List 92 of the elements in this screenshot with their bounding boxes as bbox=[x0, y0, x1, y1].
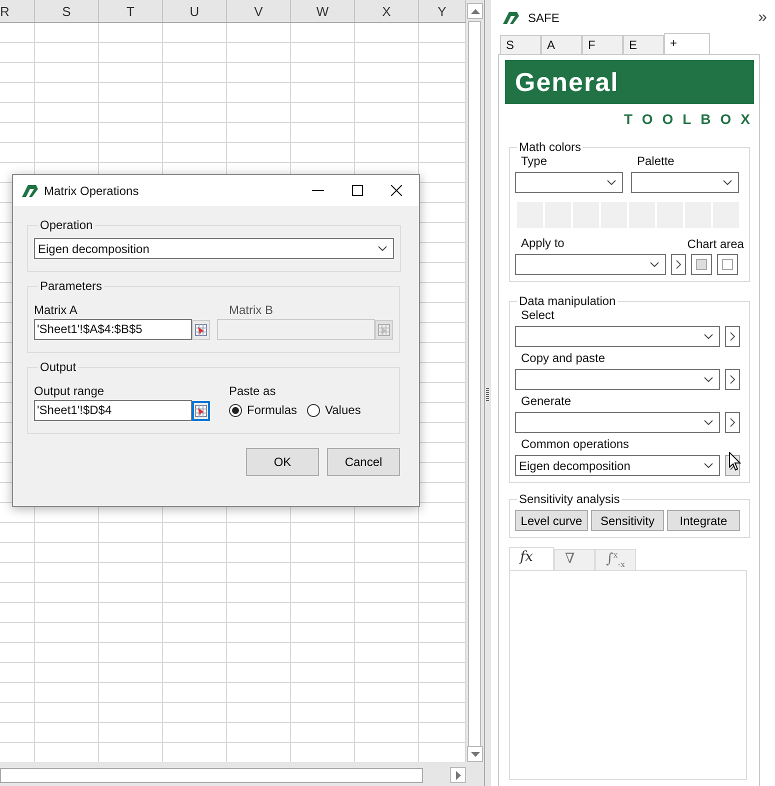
field-label: Palette bbox=[636, 154, 676, 170]
tab[interactable]: S bbox=[500, 35, 541, 54]
dropdown[interactable] bbox=[514, 412, 720, 433]
banner-title: General bbox=[514, 66, 619, 98]
grid-icon bbox=[195, 324, 207, 336]
field-label: Generate bbox=[520, 394, 572, 410]
field-label: Copy and paste bbox=[520, 351, 606, 367]
radio-label[interactable]: Formulas bbox=[247, 403, 298, 417]
column-header[interactable]: V bbox=[254, 4, 263, 18]
field-label: Paste as bbox=[228, 384, 277, 400]
column-header[interactable]: T bbox=[126, 4, 134, 18]
up-triangle-icon bbox=[470, 8, 480, 14]
scroll-up-button[interactable] bbox=[467, 3, 483, 19]
column-header[interactable]: X bbox=[382, 4, 391, 18]
input-field[interactable]: 'Sheet1'!$A$4:$B$5 bbox=[34, 319, 192, 340]
logo-icon bbox=[22, 184, 38, 196]
scrollbar-thumb[interactable] bbox=[0, 768, 424, 782]
square-icon bbox=[696, 259, 707, 270]
maximize-icon[interactable] bbox=[352, 185, 363, 196]
analysis-button[interactable]: Integrate bbox=[666, 510, 740, 531]
chevron-icon bbox=[606, 180, 616, 185]
group-label: Math colors bbox=[518, 140, 582, 154]
tab[interactable]: A bbox=[540, 35, 582, 54]
dropdown[interactable] bbox=[514, 326, 720, 347]
chevron-icon bbox=[704, 420, 713, 425]
chevron-icon bbox=[650, 262, 659, 267]
chevron-icon bbox=[730, 375, 735, 384]
range-picker-button[interactable] bbox=[192, 320, 210, 340]
column-header[interactable]: W bbox=[316, 4, 329, 18]
range-picker-button[interactable] bbox=[192, 400, 210, 420]
dropdown[interactable]: Eigen decomposition bbox=[514, 455, 720, 476]
analysis-button[interactable]: Sensitivity bbox=[590, 510, 664, 531]
logo-icon bbox=[502, 12, 519, 24]
field-label: Common operations bbox=[520, 437, 630, 453]
dropdown[interactable]: Eigen decomposition bbox=[34, 238, 394, 259]
column-header[interactable]: R bbox=[0, 4, 10, 18]
group-label: Output bbox=[39, 360, 78, 374]
scrollbar-thumb[interactable] bbox=[468, 21, 481, 747]
tab[interactable]: + bbox=[664, 33, 710, 54]
group-label: Sensitivity analysis bbox=[518, 492, 621, 506]
chevron-icon bbox=[704, 463, 713, 468]
field-label: Output range bbox=[34, 384, 106, 400]
grip-icon[interactable] bbox=[486, 388, 490, 402]
column-header[interactable]: S bbox=[62, 4, 71, 18]
panel-title: SAFE bbox=[528, 11, 560, 25]
chart-area-button[interactable] bbox=[690, 254, 712, 275]
input-field[interactable]: 'Sheet1'!$D$4 bbox=[34, 400, 192, 421]
scroll-down-button[interactable] bbox=[467, 746, 483, 762]
field-label: Matrix A bbox=[34, 303, 78, 319]
dropdown[interactable] bbox=[514, 369, 720, 390]
chevron-icon bbox=[704, 377, 713, 382]
dropdown[interactable] bbox=[630, 172, 739, 193]
group-label: Operation bbox=[39, 218, 94, 232]
dropdown[interactable] bbox=[514, 254, 666, 275]
window-title: Matrix Operations bbox=[44, 184, 139, 198]
chevron-icon bbox=[676, 260, 681, 269]
radio-button[interactable] bbox=[307, 404, 320, 416]
down-triangle-icon bbox=[470, 752, 480, 756]
radio-label[interactable]: Values bbox=[325, 403, 361, 417]
dialog-button[interactable]: Cancel bbox=[327, 448, 400, 476]
chevron-icon bbox=[730, 418, 735, 427]
chevron-icon bbox=[722, 180, 732, 185]
chevron-icon bbox=[704, 334, 713, 339]
collapse-icon[interactable]: » bbox=[758, 9, 767, 27]
banner-subtitle: TOOLBOX bbox=[624, 111, 760, 127]
field-label: Apply to bbox=[520, 236, 564, 252]
group-label: Data manipulation bbox=[518, 294, 617, 308]
tab[interactable]: E bbox=[622, 35, 664, 54]
grid-icon bbox=[378, 324, 390, 336]
grid-icon bbox=[195, 404, 207, 416]
tab[interactable]: fx bbox=[508, 547, 554, 570]
tab[interactable]: F bbox=[582, 35, 623, 54]
dropdown[interactable] bbox=[514, 172, 623, 193]
right-triangle-icon bbox=[456, 770, 461, 780]
analysis-button[interactable]: Level curve bbox=[514, 510, 588, 531]
square-icon bbox=[722, 259, 733, 270]
column-header[interactable]: Y bbox=[438, 4, 446, 18]
dialog-button[interactable]: OK bbox=[246, 448, 319, 476]
scroll-right-button[interactable] bbox=[450, 767, 466, 783]
chevron-icon bbox=[730, 332, 735, 341]
field-label: Chart area bbox=[687, 237, 744, 251]
field-label: Type bbox=[520, 154, 548, 170]
chevron-icon bbox=[378, 246, 387, 251]
column-header[interactable]: U bbox=[190, 4, 200, 18]
cursor-icon bbox=[729, 452, 741, 471]
close-icon[interactable] bbox=[391, 185, 402, 196]
group-label: Parameters bbox=[39, 279, 104, 293]
radio-button[interactable] bbox=[229, 404, 242, 416]
field-label: Select bbox=[520, 308, 556, 324]
field-label: Matrix B bbox=[228, 303, 274, 319]
tab[interactable]: ∇ bbox=[554, 549, 595, 570]
chart-area-button[interactable] bbox=[716, 254, 738, 275]
